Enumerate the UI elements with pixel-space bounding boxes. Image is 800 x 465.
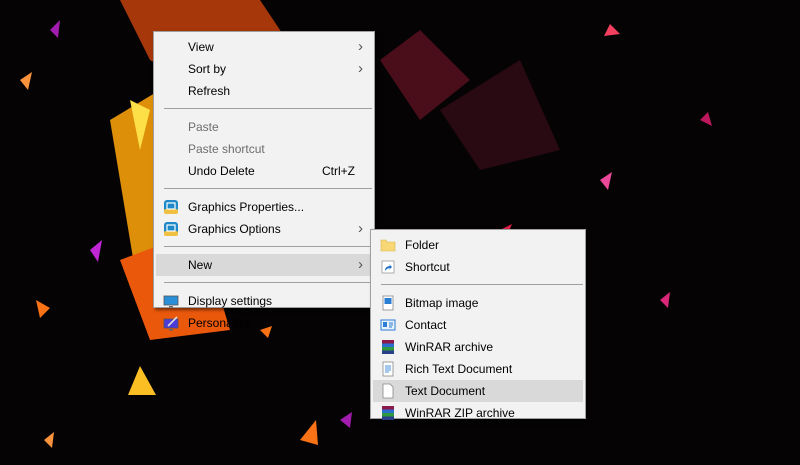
graphics-icon	[164, 222, 178, 236]
folder-icon	[380, 239, 396, 252]
new-item-winrar-archive[interactable]: WinRAR archive	[373, 336, 583, 358]
text-document-icon	[382, 383, 394, 399]
menu-item-label: Refresh	[188, 84, 231, 98]
menu-separator	[164, 246, 372, 247]
menu-item-paste: Paste	[156, 116, 372, 138]
menu-item-display-settings[interactable]: Display settings	[156, 290, 372, 312]
new-item-folder[interactable]: Folder	[373, 234, 583, 256]
menu-separator	[381, 284, 583, 285]
menu-separator	[164, 188, 372, 189]
new-item-contact[interactable]: Contact	[373, 314, 583, 336]
new-item-rich-text-document[interactable]: Rich Text Document	[373, 358, 583, 380]
desktop-context-menu: View › Sort by › Refresh Paste Paste short…	[153, 31, 375, 331]
menu-separator	[164, 108, 372, 109]
menu-item-label: Graphics Properties...	[188, 200, 305, 214]
contact-icon	[380, 319, 396, 331]
menu-item-label: WinRAR archive	[405, 340, 494, 354]
display-icon	[163, 295, 179, 308]
menu-item-label: Sort by	[188, 62, 227, 76]
rtf-icon	[382, 361, 394, 377]
graphics-icon	[164, 200, 178, 214]
new-submenu: Folder Shortcut Bitmap image Contact Win…	[370, 229, 586, 420]
menu-item-personalize[interactable]: Personalize	[156, 312, 372, 334]
new-item-winrar-zip-archive[interactable]: WinRAR ZIP archive	[373, 402, 583, 424]
menu-item-label: Personalize	[188, 316, 251, 330]
chevron-right-icon: ›	[358, 220, 363, 237]
new-item-bitmap[interactable]: Bitmap image	[373, 292, 583, 314]
menu-item-graphics-properties[interactable]: Graphics Properties...	[156, 196, 372, 218]
menu-item-new[interactable]: New ›	[156, 254, 372, 276]
menu-item-label: Rich Text Document	[405, 362, 513, 376]
menu-item-undo-delete[interactable]: Undo Delete Ctrl+Z	[156, 160, 372, 182]
menu-item-sort-by[interactable]: Sort by ›	[156, 58, 372, 80]
menu-item-view[interactable]: View ›	[156, 36, 372, 58]
new-item-shortcut[interactable]: Shortcut	[373, 256, 583, 278]
winrar-zip-icon	[382, 406, 394, 420]
menu-item-label: New	[188, 258, 213, 272]
chevron-right-icon: ›	[358, 60, 363, 77]
chevron-right-icon: ›	[358, 256, 363, 273]
winrar-icon	[382, 340, 394, 354]
menu-item-label: Text Document	[405, 384, 486, 398]
bitmap-icon	[382, 295, 394, 311]
menu-item-label: Bitmap image	[405, 296, 479, 310]
menu-item-label: Contact	[405, 318, 447, 332]
menu-item-label: Folder	[405, 238, 440, 252]
menu-item-label: WinRAR ZIP archive	[405, 406, 515, 420]
menu-item-label: Display settings	[188, 294, 273, 308]
new-item-text-document[interactable]: Text Document	[373, 380, 583, 402]
menu-item-label: Graphics Options	[188, 222, 281, 236]
menu-item-paste-shortcut: Paste shortcut	[156, 138, 372, 160]
menu-item-label: Undo Delete	[188, 164, 255, 178]
menu-item-refresh[interactable]: Refresh	[156, 80, 372, 102]
shortcut-icon	[381, 260, 395, 274]
menu-item-label: Paste shortcut	[188, 142, 265, 156]
chevron-right-icon: ›	[358, 38, 363, 55]
menu-separator	[164, 282, 372, 283]
menu-item-label: View	[188, 40, 214, 54]
menu-item-label: Paste	[188, 120, 219, 134]
shortcut-hint: Ctrl+Z	[322, 164, 355, 178]
menu-item-graphics-options[interactable]: Graphics Options ›	[156, 218, 372, 240]
menu-item-label: Shortcut	[405, 260, 450, 274]
personalize-icon	[163, 316, 179, 331]
